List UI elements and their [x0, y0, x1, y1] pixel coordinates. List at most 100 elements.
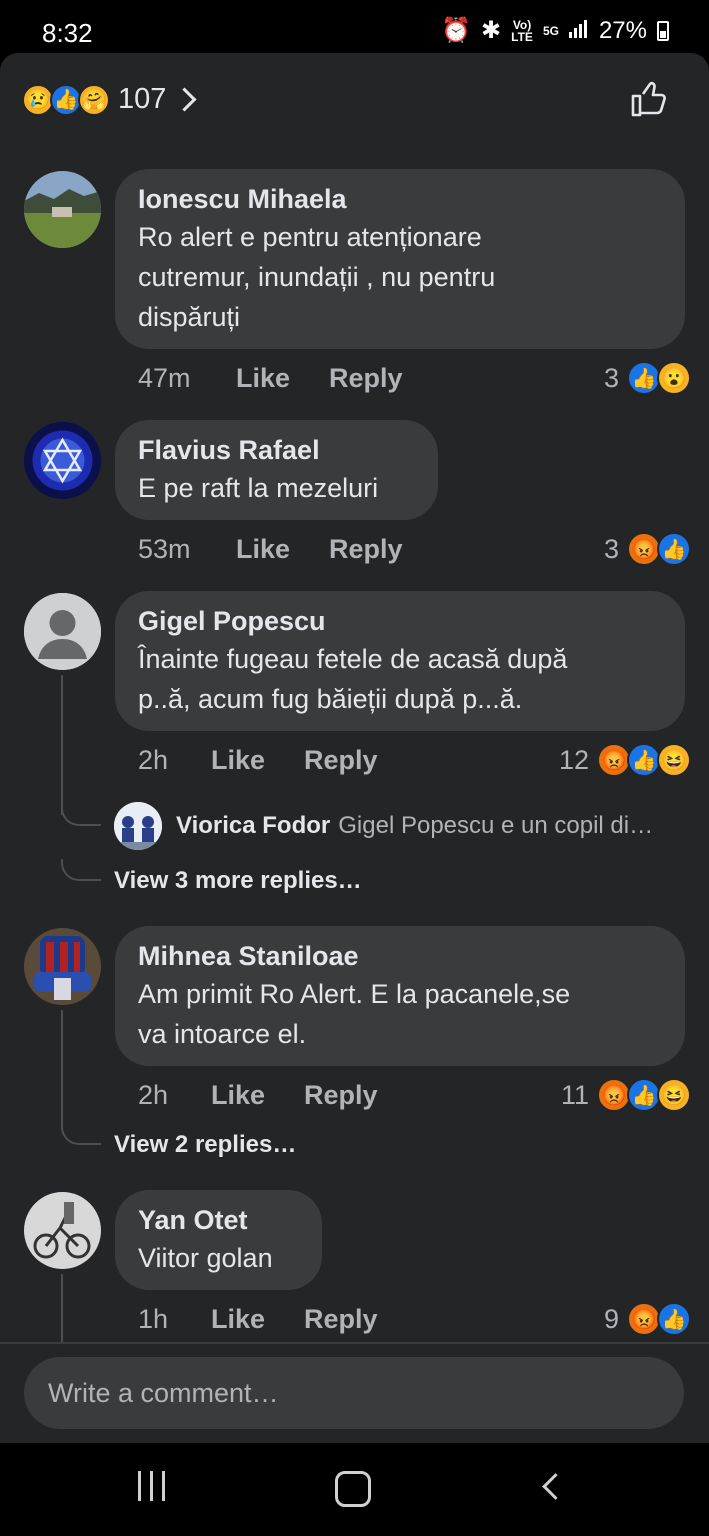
chevron-right-icon [172, 87, 197, 112]
thread-connector [61, 859, 101, 881]
comment-bubble: Mihnea Staniloae Am primit Ro Alert. E l… [115, 926, 685, 1066]
reply-button[interactable]: Reply [329, 534, 403, 565]
comment-text-line: va intoarce el. [138, 1019, 307, 1049]
comment-reactions[interactable]: 3 😡 👍 [603, 532, 691, 566]
reactions-summary[interactable]: 😢 👍 🤗 107 [22, 83, 197, 116]
comments-sheet: 😢 👍 🤗 107 Ionescu Mihaela Ro alert e pen… [0, 53, 709, 1443]
comment-bubble: Flavius Rafael E pe raft la mezeluri [115, 420, 438, 520]
reply-button[interactable]: Reply [304, 745, 378, 776]
comment-reactions[interactable]: 3 👍 😮 [603, 361, 691, 395]
like-emoji-icon: 👍 [657, 532, 691, 566]
comment-time: 1h [138, 1304, 169, 1334]
avatar[interactable] [24, 1192, 101, 1269]
like-emoji-icon: 👍 [627, 361, 661, 395]
reactions-count: 107 [118, 83, 167, 115]
status-bar: 8:32 ⏰ ✱ Vo) LTE 5G 27% [0, 0, 709, 56]
reply-button[interactable]: Reply [304, 1304, 378, 1335]
network-5g-icon: 5G [542, 23, 559, 38]
comment-bubble: Gigel Popescu Înainte fugeau fetele de a… [115, 591, 685, 731]
comment-text-line: E pe raft la mezeluri [138, 473, 379, 503]
comment-reactions[interactable]: 12 😡 👍 😆 [558, 743, 691, 777]
like-button[interactable]: Like [211, 1304, 304, 1335]
volte-icon: Vo) LTE [511, 17, 533, 44]
comment-bubble: Yan Otet Viitor golan [115, 1190, 322, 1290]
comment-actions: 53m Like Reply [138, 534, 403, 565]
comment-text-line: dispăruți [138, 302, 241, 332]
thread-connector [61, 804, 101, 826]
angry-emoji-icon: 😡 [627, 532, 661, 566]
comment-text-line: p..ă, acum fug băieții după p...ă. [138, 684, 523, 714]
status-icons: ⏰ ✱ Vo) LTE 5G 27% [441, 16, 669, 45]
reaction-count: 12 [558, 744, 589, 775]
comment-author[interactable]: Flavius Rafael [138, 432, 415, 468]
like-button[interactable]: Like [211, 745, 304, 776]
thread-connector [61, 1123, 101, 1145]
comment-reactions[interactable]: 11 😡 👍 😆 [560, 1078, 691, 1112]
home-button[interactable] [335, 1471, 371, 1507]
like-button[interactable]: Like [211, 1080, 304, 1111]
avatar[interactable] [24, 171, 101, 248]
composer-divider [0, 1342, 709, 1344]
reply-text: Gigel Popescu e un copil di… [338, 812, 654, 839]
angry-emoji-icon: 😡 [627, 1302, 661, 1336]
status-time: 8:32 [42, 18, 93, 48]
reaction-count: 9 [603, 1303, 619, 1334]
comment-actions: 2h Like Reply [138, 1080, 378, 1111]
avatar[interactable] [24, 422, 101, 499]
view-replies-link[interactable]: View 2 replies… [114, 1131, 296, 1159]
reply-author[interactable]: Viorica Fodor [176, 812, 330, 840]
back-button[interactable] [542, 1473, 569, 1500]
like-button[interactable]: Like [236, 534, 329, 565]
comment-actions: 2h Like Reply [138, 745, 378, 776]
care-emoji-icon: 🤗 [78, 83, 110, 116]
reaction-count: 3 [603, 533, 619, 564]
battery-percent: 27% [598, 16, 647, 44]
battery-icon [657, 20, 669, 41]
angry-emoji-icon: 😡 [597, 743, 631, 777]
comment-author[interactable]: Mihnea Staniloae [138, 938, 662, 974]
comment-time: 2h [138, 1080, 169, 1110]
comment-author[interactable]: Gigel Popescu [138, 603, 662, 639]
comment-text-line: Viitor golan [138, 1243, 273, 1273]
reply-button[interactable]: Reply [329, 363, 403, 394]
reply-button[interactable]: Reply [304, 1080, 378, 1111]
comment-time: 53m [138, 534, 191, 564]
comment-time: 47m [138, 363, 191, 393]
like-emoji-icon: 👍 [657, 1302, 691, 1336]
thread-line [61, 675, 63, 815]
thread-line [61, 1010, 63, 1130]
comment-time: 2h [138, 745, 169, 775]
haha-emoji-icon: 😆 [657, 743, 691, 777]
reaction-count: 3 [603, 362, 619, 393]
comment-actions: 47m Like Reply [138, 363, 403, 394]
comment-text-line: Ro alert e pentru atenționare [138, 222, 482, 252]
comment-input[interactable] [24, 1357, 648, 1429]
like-emoji-icon: 👍 [627, 1078, 661, 1112]
avatar[interactable] [24, 593, 101, 670]
reaction-count: 11 [560, 1079, 589, 1110]
comment-composer[interactable] [24, 1357, 684, 1429]
like-button[interactable]: Like [236, 363, 329, 394]
thumbs-up-icon[interactable] [629, 79, 669, 119]
angry-emoji-icon: 😡 [597, 1078, 631, 1112]
thread-line [61, 1274, 63, 1342]
avatar[interactable] [114, 802, 162, 850]
comment-actions: 1h Like Reply [138, 1304, 378, 1335]
comment-bubble: Ionescu Mihaela Ro alert e pentru atenți… [115, 169, 685, 349]
view-more-replies-link[interactable]: View 3 more replies… [114, 867, 362, 895]
signal-icon [568, 17, 589, 45]
comment-text-line: Am primit Ro Alert. E la pacanele,se [138, 979, 571, 1009]
avatar[interactable] [24, 928, 101, 1005]
recents-button[interactable] [138, 1471, 165, 1501]
comment-author[interactable]: Yan Otet [138, 1202, 299, 1238]
wow-emoji-icon: 😮 [657, 361, 691, 395]
comment-author[interactable]: Ionescu Mihaela [138, 181, 662, 217]
comment-text-line: cutremur, inundații , nu pentru [138, 262, 496, 292]
reply-preview[interactable]: Viorica Fodor Gigel Popescu e un copil d… [114, 802, 653, 850]
comment-text-line: Înainte fugeau fetele de acasă după [138, 644, 568, 674]
like-emoji-icon: 👍 [627, 743, 661, 777]
haha-emoji-icon: 😆 [657, 1078, 691, 1112]
alarm-icon: ⏰ [441, 17, 472, 44]
comment-reactions[interactable]: 9 😡 👍 [603, 1302, 691, 1336]
navigation-bar [0, 1443, 709, 1536]
